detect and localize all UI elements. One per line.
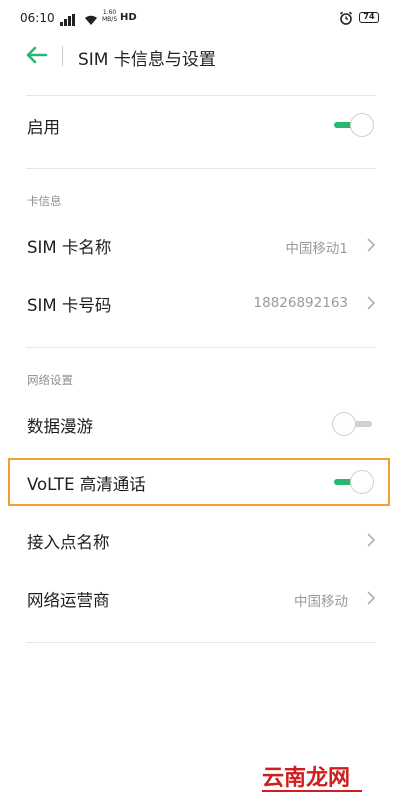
battery-icon: 74	[359, 12, 379, 23]
section-label-network: 网络设置	[27, 373, 73, 387]
divider	[26, 95, 376, 96]
wifi-icon	[83, 11, 99, 30]
status-bar: 06:10 1.60 MB/S HD 74	[0, 0, 400, 36]
divider	[26, 642, 376, 643]
operator-value: 中国移动	[294, 594, 348, 610]
toggle-knob	[332, 412, 356, 436]
back-arrow-icon[interactable]	[26, 45, 48, 69]
data-roaming-row[interactable]: 数据漫游	[0, 404, 400, 444]
header-divider	[62, 46, 63, 66]
apn-label: 接入点名称	[27, 533, 110, 552]
enable-toggle[interactable]	[332, 111, 376, 139]
section-label-card-info: 卡信息	[27, 194, 62, 208]
apn-row[interactable]: 接入点名称	[0, 520, 400, 560]
sim-name-label: SIM 卡名称	[27, 238, 112, 257]
alarm-icon	[339, 10, 353, 29]
sim-name-value: 中国移动1	[285, 241, 348, 257]
page-header: SIM 卡信息与设置	[0, 36, 400, 76]
data-roaming-label: 数据漫游	[27, 417, 93, 436]
sim-name-row[interactable]: SIM 卡名称 中国移动1	[0, 225, 400, 265]
enable-label: 启用	[27, 118, 60, 137]
enable-row[interactable]: 启用	[0, 103, 400, 147]
data-roaming-toggle[interactable]	[332, 410, 376, 438]
status-time: 06:10	[20, 11, 55, 25]
highlight-box	[8, 458, 390, 506]
chevron-right-icon	[366, 295, 376, 315]
signal-icon	[60, 11, 78, 30]
sim-number-row[interactable]: SIM 卡号码 18826892163	[0, 283, 400, 323]
operator-label: 网络运营商	[27, 591, 110, 610]
toggle-knob	[350, 113, 374, 137]
network-type-badge: HD	[120, 12, 137, 23]
chevron-right-icon	[366, 590, 376, 610]
watermark-logo: 云南龙网	[262, 766, 351, 791]
network-speed: 1.60 MB/S	[102, 9, 118, 23]
operator-row[interactable]: 网络运营商 中国移动	[0, 578, 400, 618]
sim-number-value: 18826892163	[253, 295, 348, 311]
divider	[26, 347, 376, 348]
page-title: SIM 卡信息与设置	[78, 50, 216, 70]
watermark-underline	[262, 790, 362, 792]
chevron-right-icon	[366, 237, 376, 257]
divider	[26, 168, 376, 169]
sim-number-label: SIM 卡号码	[27, 296, 112, 315]
chevron-right-icon	[366, 532, 376, 552]
